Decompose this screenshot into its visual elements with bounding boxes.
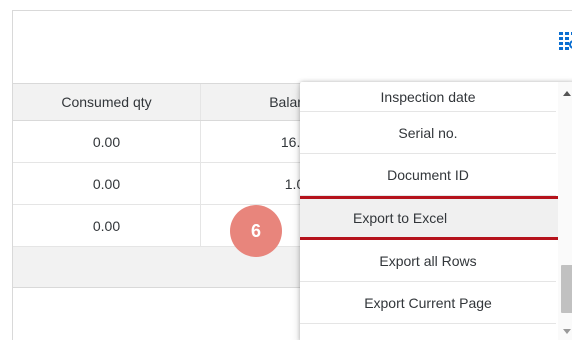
scroll-down-arrow-icon[interactable] <box>563 329 571 334</box>
table-toolbar <box>13 11 572 83</box>
consumed-qty-cell: 0.00 <box>13 163 201 204</box>
scroll-up-arrow-icon[interactable] <box>563 91 571 96</box>
menu-item-serial-no[interactable]: Serial no. <box>300 112 556 154</box>
column-header-consumed-qty[interactable]: Consumed qty <box>13 84 201 120</box>
page: Consumed qty Balance 0.00 16.0 0.00 1.0 … <box>0 0 572 340</box>
consumed-qty-cell: 0.00 <box>13 121 201 162</box>
menu-item-export-all-rows[interactable]: Export all Rows <box>300 240 556 282</box>
menu-scrollbar[interactable] <box>558 82 572 340</box>
settings-dropdown-menu: Inspection date Serial no. Document ID E… <box>300 82 572 340</box>
scroll-thumb[interactable] <box>561 265 572 313</box>
consumed-qty-cell: 0.00 <box>13 205 201 246</box>
menu-item-export-current-page[interactable]: Export Current Page <box>300 282 556 324</box>
table-settings-icon[interactable] <box>558 31 572 51</box>
menu-item-inspection-date[interactable]: Inspection date <box>300 82 556 112</box>
step-number-badge: 6 <box>230 205 282 257</box>
menu-item-export-to-excel[interactable]: Export to Excel <box>300 196 572 240</box>
menu-item-document-id[interactable]: Document ID <box>300 154 556 196</box>
